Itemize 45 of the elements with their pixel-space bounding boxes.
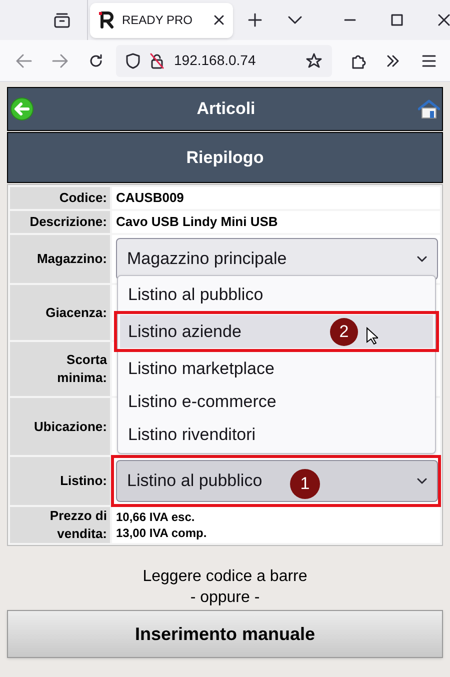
address-bar[interactable]: 192.168.0.74 [116, 44, 332, 76]
chevron-down-icon [417, 256, 427, 262]
dropdown-option[interactable]: Listino aziende 2 [120, 315, 433, 348]
dropdown-option[interactable]: Listino al pubblico [120, 278, 433, 311]
scan-prompt: Leggere codice a barre [142, 567, 308, 587]
field-label: Ubicazione: [10, 398, 110, 455]
close-window-icon[interactable] [438, 14, 450, 26]
cursor-icon [366, 327, 378, 345]
star-icon[interactable] [306, 52, 322, 68]
double-chevron-icon[interactable] [386, 54, 400, 66]
chevron-down-icon [417, 478, 427, 484]
price-line: 10,66 IVA esc. [116, 509, 195, 525]
field-value: CAUSB009 [112, 187, 440, 209]
section-title: Riepilogo [7, 132, 443, 183]
close-tab-icon[interactable] [213, 14, 225, 26]
field-label: Scorta minima: [10, 342, 110, 396]
tab-list-icon[interactable] [53, 12, 71, 28]
manual-entry-button[interactable]: Inserimento manuale [7, 610, 443, 658]
maximize-icon[interactable] [391, 14, 403, 26]
field-value: Cavo USB Lindy Mini USB [112, 211, 440, 233]
field-label: Descrizione: [10, 211, 110, 233]
chevron-down-icon[interactable] [288, 15, 302, 25]
field-label: Giacenza: [10, 285, 110, 340]
menu-icon[interactable] [422, 54, 436, 66]
url-text: 192.168.0.74 [174, 51, 257, 70]
price-line: 13,00 IVA comp. [116, 525, 207, 541]
puzzle-icon[interactable] [350, 52, 366, 68]
dropdown-option[interactable]: Listino e-commerce [120, 385, 433, 418]
field-label: Prezzo di vendita: [10, 507, 110, 543]
field-label: Codice: [10, 187, 110, 209]
reload-icon[interactable] [88, 52, 104, 68]
shield-icon [126, 52, 140, 68]
dropdown-option[interactable]: Listino rivenditori [120, 418, 433, 451]
separator-text: - oppure - [190, 588, 260, 608]
tab-title: READY PRO [122, 12, 194, 29]
step-marker: 2 [330, 318, 358, 346]
field-label: Listino: [10, 457, 110, 505]
home-icon[interactable] [418, 99, 440, 119]
dropdown-option[interactable]: Listino marketplace [120, 352, 433, 385]
page-title: Articoli [196, 98, 256, 120]
field-label: Magazzino: [10, 235, 110, 283]
new-tab-icon[interactable] [248, 13, 262, 27]
browser-tab[interactable]: READY PRO [90, 2, 233, 38]
app-logo-icon [98, 11, 116, 29]
lock-icon [150, 52, 164, 68]
